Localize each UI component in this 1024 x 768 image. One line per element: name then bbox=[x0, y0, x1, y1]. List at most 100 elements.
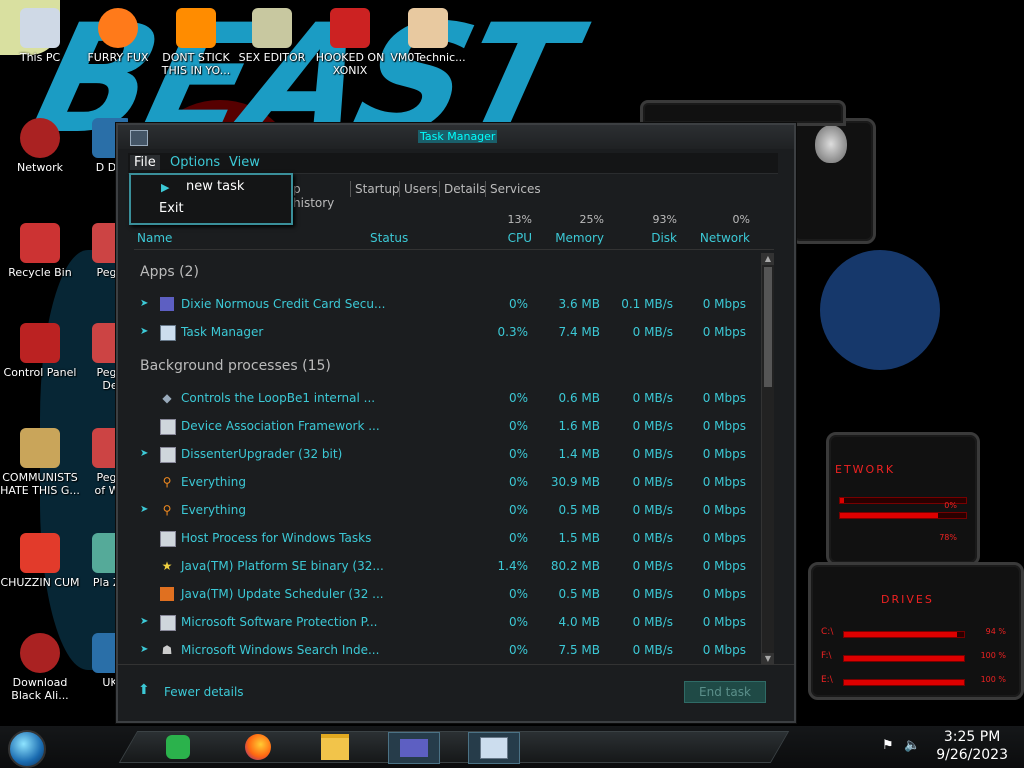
network-total-pct: 0% bbox=[732, 213, 750, 226]
menu-file[interactable]: File bbox=[130, 155, 160, 170]
desktop-icon[interactable]: FURRY FUX bbox=[78, 8, 158, 64]
column-memory[interactable]: Memory bbox=[555, 231, 604, 245]
process-scrollbar[interactable]: ▲ ▼ bbox=[761, 253, 774, 665]
process-row[interactable]: Host Process for Windows Tasks 0% 1.5 MB 0 … bbox=[134, 525, 758, 553]
process-row[interactable]: Java(TM) Update Scheduler (32 ... 0% 0.5 M… bbox=[134, 581, 758, 609]
process-memory: 0.6 MB bbox=[558, 391, 600, 405]
process-row[interactable]: ◆ Controls the LoopBe1 internal ... 0% 0.6 … bbox=[134, 385, 758, 413]
desktop-icon[interactable]: Control Panel bbox=[0, 323, 80, 379]
desktop-icon-label: Recycle Bin bbox=[8, 266, 72, 279]
system-clock[interactable]: 3:25 PM 9/26/2023 bbox=[936, 728, 1008, 764]
tab-users[interactable]: Users bbox=[399, 181, 442, 197]
process-row[interactable]: ➤ DissenterUpgrader (32 bit) 0% 1.4 MB 0 MB/… bbox=[134, 441, 758, 469]
scroll-thumb[interactable] bbox=[764, 267, 772, 387]
desktop-icon[interactable]: Download Black Ali... bbox=[0, 633, 80, 702]
firefox-icon[interactable] bbox=[243, 732, 273, 762]
column-network[interactable]: Network bbox=[700, 231, 750, 245]
network-icon bbox=[20, 118, 60, 158]
process-row[interactable]: ⚲ Everything 0% 30.9 MB 0 MB/s 0 Mbps bbox=[134, 469, 758, 497]
card-app-icon[interactable] bbox=[388, 732, 440, 764]
tab-services[interactable]: Services bbox=[485, 181, 545, 197]
process-row[interactable]: Device Association Framework ... 0% 1.6 MB… bbox=[134, 413, 758, 441]
process-disk: 0 MB/s bbox=[632, 447, 673, 461]
process-cpu: 0% bbox=[508, 587, 528, 601]
desktop-icon[interactable]: CHUZZIN CUM bbox=[0, 533, 80, 589]
scroll-up-arrow-icon[interactable]: ▲ bbox=[762, 253, 774, 265]
menu-options[interactable]: Options bbox=[170, 155, 220, 170]
desktop-icon[interactable]: SEX EDITOR bbox=[232, 8, 312, 64]
taskbar-decoration bbox=[118, 731, 790, 763]
menu-item-run-new-task[interactable]: new task bbox=[186, 179, 244, 194]
column-disk[interactable]: Disk bbox=[651, 231, 677, 245]
feedly-icon[interactable] bbox=[163, 732, 193, 762]
process-memory: 30.9 MB bbox=[550, 475, 600, 489]
column-cpu[interactable]: CPU bbox=[508, 231, 532, 245]
expand-chevron-icon[interactable]: ➤ bbox=[140, 644, 148, 655]
card-icon bbox=[160, 297, 174, 311]
process-memory: 4.0 MB bbox=[558, 615, 600, 629]
chuzzle-icon bbox=[20, 533, 60, 573]
process-disk: 0 MB/s bbox=[632, 559, 673, 573]
process-row[interactable]: ➤ ☗ Microsoft Windows Search Inde... 0% 7.5 … bbox=[134, 637, 758, 665]
process-row[interactable]: ➤ Dixie Normous Credit Card Secu... 0% 3.6 … bbox=[134, 291, 758, 319]
desktop-icon[interactable]: Recycle Bin bbox=[0, 223, 80, 279]
start-orb-icon[interactable] bbox=[8, 730, 46, 768]
desktop-icon-label: HOOKED ON XONIX bbox=[315, 51, 385, 77]
tab-details[interactable]: Details bbox=[439, 181, 490, 197]
tab-app-history[interactable]: p history bbox=[288, 181, 338, 211]
expand-chevron-icon[interactable]: ➤ bbox=[140, 326, 148, 337]
desktop-icon[interactable]: This PC bbox=[0, 8, 80, 64]
process-network: 0 Mbps bbox=[702, 615, 746, 629]
vlc-cone-icon bbox=[176, 8, 216, 48]
file-menu-dropdown: ▶ new task Exit bbox=[129, 173, 293, 225]
process-disk: 0 MB/s bbox=[632, 503, 673, 517]
fewer-details-chevron-icon[interactable]: ⬆ bbox=[138, 682, 150, 698]
title-bar[interactable]: Task Manager bbox=[118, 125, 794, 149]
column-status[interactable]: Status bbox=[370, 231, 408, 245]
end-task-button[interactable]: End task bbox=[684, 681, 766, 703]
menu-view[interactable]: View bbox=[229, 155, 260, 170]
drive-row: C:\ 94 % bbox=[821, 625, 1006, 649]
process-row[interactable]: ➤ ⚲ Everything 0% 0.5 MB 0 MB/s 0 Mbps bbox=[134, 497, 758, 525]
desktop-icon-label: Network bbox=[17, 161, 63, 174]
process-cpu: 0% bbox=[508, 419, 528, 433]
process-row[interactable]: ★ Java(TM) Platform SE binary (32... 1.4% 8… bbox=[134, 553, 758, 581]
process-network: 0 Mbps bbox=[702, 643, 746, 657]
recycle-bin-icon bbox=[20, 223, 60, 263]
desktop-icon-label: CHUZZIN CUM bbox=[0, 576, 80, 589]
fewer-details-link[interactable]: Fewer details bbox=[164, 685, 244, 699]
process-row[interactable]: ➤ Microsoft Software Protection P... 0% 4.0… bbox=[134, 609, 758, 637]
window-icon bbox=[160, 447, 176, 463]
process-memory: 1.6 MB bbox=[558, 419, 600, 433]
column-name[interactable]: Name bbox=[137, 231, 172, 245]
process-name: Java(TM) Platform SE binary (32... bbox=[181, 559, 384, 573]
process-row[interactable]: ➤ Task Manager 0.3% 7.4 MB 0 MB/s 0 Mbps bbox=[134, 319, 758, 347]
network-stat-2: 78% bbox=[939, 533, 957, 542]
process-name: DissenterUpgrader (32 bit) bbox=[181, 447, 343, 461]
task-manager-icon[interactable] bbox=[468, 732, 520, 764]
process-name: Microsoft Windows Search Inde... bbox=[181, 643, 380, 657]
menu-item-exit[interactable]: Exit bbox=[159, 201, 184, 216]
process-cpu: 0% bbox=[508, 475, 528, 489]
search-indexer-icon: ☗ bbox=[161, 643, 173, 657]
desktop-icon[interactable]: VM0Technic... bbox=[388, 8, 468, 64]
desktop-icon[interactable]: DONT STICK THIS IN YO... bbox=[156, 8, 236, 77]
process-network: 0 Mbps bbox=[702, 419, 746, 433]
desktop-icon[interactable]: COMMUNISTS HATE THIS G... bbox=[0, 428, 80, 497]
expand-chevron-icon[interactable]: ➤ bbox=[140, 616, 148, 627]
process-memory: 7.5 MB bbox=[558, 643, 600, 657]
expand-chevron-icon[interactable]: ➤ bbox=[140, 298, 148, 309]
clock-date: 9/26/2023 bbox=[936, 747, 1008, 763]
expand-chevron-icon[interactable]: ➤ bbox=[140, 504, 148, 515]
network-bar-2 bbox=[839, 512, 967, 519]
desktop-icon[interactable]: HOOKED ON XONIX bbox=[310, 8, 390, 77]
expand-chevron-icon[interactable]: ➤ bbox=[140, 448, 148, 459]
file-explorer-icon[interactable] bbox=[320, 732, 350, 762]
process-disk: 0 MB/s bbox=[632, 391, 673, 405]
tab-startup[interactable]: Startup bbox=[350, 181, 404, 197]
desktop-icon[interactable]: Network bbox=[0, 118, 80, 174]
drive-label: F:\ bbox=[821, 651, 832, 661]
flag-icon[interactable]: ⚑ bbox=[882, 738, 894, 753]
volume-icon[interactable]: 🔈 bbox=[904, 738, 920, 753]
desktop-icon-label: SEX EDITOR bbox=[238, 51, 306, 64]
